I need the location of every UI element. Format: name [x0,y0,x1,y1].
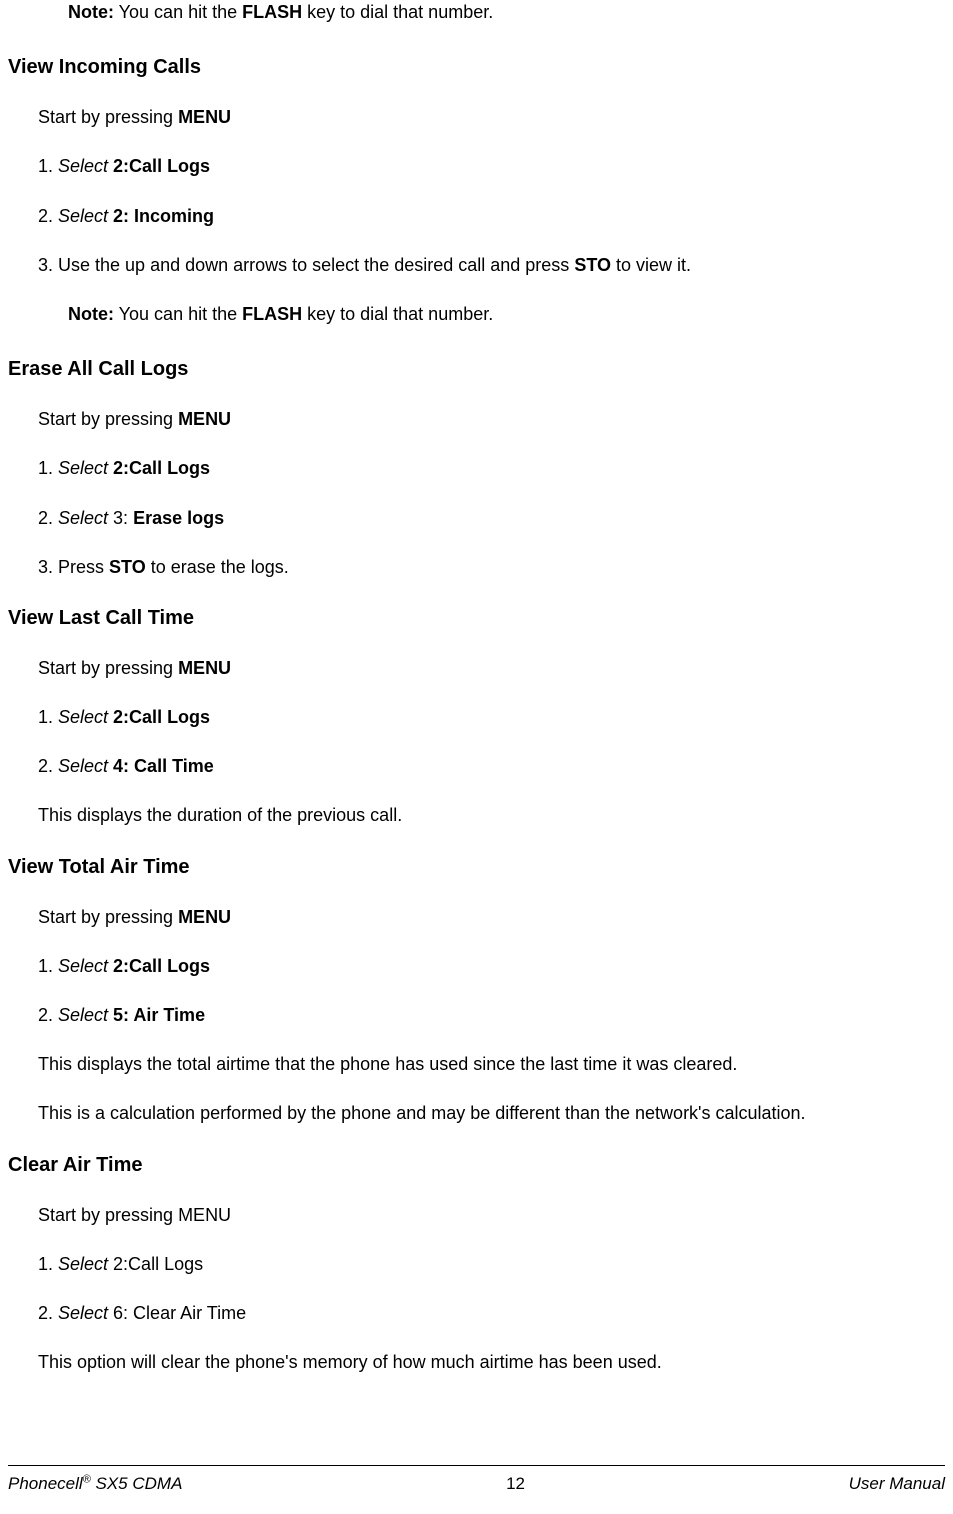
product-name-post: SX5 CDMA [91,1474,183,1493]
select-word: Select [58,1005,113,1025]
footer-right: User Manual [849,1472,945,1496]
step-3: 3. Press STO to erase the logs. [38,555,945,580]
sto-key: STO [574,255,611,275]
menu-option: 2: Incoming [113,206,214,226]
start-text: Start by pressing [38,658,178,678]
step-1: 1. Select 2:Call Logs [38,154,945,179]
footer-divider [8,1465,945,1466]
note-label: Note: [68,2,114,22]
menu-option: 4: Call Time [113,756,214,776]
step-num: 2. [38,1005,58,1025]
select-word: Select [58,707,113,727]
note-text-1: You can hit the [114,304,242,324]
step-2: 2. Select 3: Erase logs [38,506,945,531]
step-num: 1. [38,156,58,176]
note-text-2: key to dial that number. [302,304,493,324]
step-text: 3. Press [38,557,109,577]
menu-option: 2:Call Logs [113,156,210,176]
step-2: 2. Select 5: Air Time [38,1003,945,1028]
heading-view-incoming-calls: View Incoming Calls [8,53,945,81]
select-word: Select [58,1303,113,1323]
menu-key: MENU [178,107,231,127]
page-footer: Phonecell® SX5 CDMA 12 User Manual [8,1472,945,1496]
top-note: Note: You can hit the FLASH key to dial … [68,0,945,25]
menu-key: MENU [178,409,231,429]
menu-option: 5: Air Time [113,1005,205,1025]
start-instruction: Start by pressing MENU [38,105,945,130]
start-text: Start by pressing [38,409,178,429]
heading-view-last-call-time: View Last Call Time [8,604,945,632]
menu-option: Erase logs [133,508,224,528]
menu-option: 6: Clear Air Time [113,1303,246,1323]
note-text-1: You can hit the [114,2,242,22]
step-1: 1. Select 2:Call Logs [38,705,945,730]
page-number: 12 [506,1472,525,1496]
step-2: 2. Select 6: Clear Air Time [38,1301,945,1326]
heading-erase-all-call-logs: Erase All Call Logs [8,355,945,383]
start-instruction: Start by pressing MENU [38,656,945,681]
step-num: 2. [38,206,58,226]
note-text-2: key to dial that number. [302,2,493,22]
menu-option: 2:Call Logs [113,1254,203,1274]
select-word: Select [58,956,113,976]
step-1: 1. Select 2:Call Logs [38,456,945,481]
description-text-2: This is a calculation performed by the p… [38,1101,945,1126]
select-word: Select [58,508,113,528]
step-tail: to view it. [611,255,691,275]
start-text: Start by pressing [38,107,178,127]
step-2: 2. Select 4: Call Time [38,754,945,779]
step-num: 1. [38,458,58,478]
menu-key: MENU [178,658,231,678]
step-1: 1. Select 2:Call Logs [38,954,945,979]
section-note: Note: You can hit the FLASH key to dial … [68,302,945,327]
start-instruction: Start by pressing MENU [38,905,945,930]
start-instruction: Start by pressing MENU [38,1203,945,1228]
description-text-1: This displays the total airtime that the… [38,1052,945,1077]
select-word: Select [58,756,113,776]
product-name-pre: Phonecell [8,1474,83,1493]
description-text: This displays the duration of the previo… [38,803,945,828]
select-word: Select [58,156,113,176]
start-instruction: Start by pressing MENU [38,407,945,432]
menu-option: 2:Call Logs [113,956,210,976]
heading-view-total-air-time: View Total Air Time [8,853,945,881]
step-num: 2. [38,1303,58,1323]
start-text: Start by pressing [38,907,178,927]
step-num: 1. [38,707,58,727]
sto-key: STO [109,557,146,577]
menu-option: 2:Call Logs [113,458,210,478]
note-label: Note: [68,304,114,324]
select-word: Select [58,458,113,478]
footer-left: Phonecell® SX5 CDMA [8,1472,182,1496]
menu-key: MENU [178,907,231,927]
step-2: 2. Select 2: Incoming [38,204,945,229]
step-num: 2. [38,756,58,776]
select-word: Select [58,1254,113,1274]
step-num: 1. [38,956,58,976]
description-text: This option will clear the phone's memor… [38,1350,945,1375]
flash-key: FLASH [242,304,302,324]
step-num: 1. [38,1254,58,1274]
registered-icon: ® [83,1474,91,1486]
flash-key: FLASH [242,2,302,22]
heading-clear-air-time: Clear Air Time [8,1151,945,1179]
menu-option: 2:Call Logs [113,707,210,727]
step-tail: to erase the logs. [146,557,289,577]
step-num: 2. [38,508,58,528]
option-num: 3: [113,508,133,528]
step-3: 3. Use the up and down arrows to select … [38,253,945,278]
step-text: 3. Use the up and down arrows to select … [38,255,574,275]
select-word: Select [58,206,113,226]
step-1: 1. Select 2:Call Logs [38,1252,945,1277]
